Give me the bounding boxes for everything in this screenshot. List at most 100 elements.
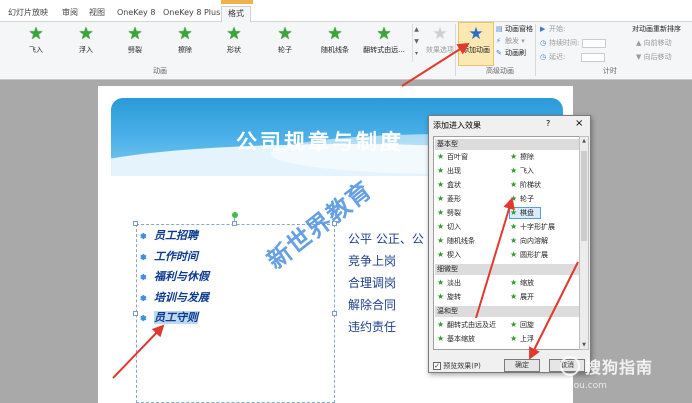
delay-control[interactable]: ◷ 延迟: bbox=[540, 52, 605, 63]
effect-item[interactable]: ★ 淡出 bbox=[437, 278, 461, 288]
green-star-icon: ★ bbox=[437, 152, 445, 161]
effect-item[interactable]: ★ 楔入 bbox=[437, 250, 461, 260]
add-entrance-effect-dialog: 添加进入效果 ? × 基本型 ★ 百叶窗 ★ 擦除 ★ 出现 ★ 飞入 ★ 盒状 ★ 阶梯状… bbox=[428, 115, 591, 373]
effect-label: 向内溶解 bbox=[520, 237, 548, 245]
duration-control[interactable]: ◷ 持续时间: bbox=[540, 38, 606, 49]
effect-list-scrollbar[interactable]: ▲ ▼ bbox=[579, 136, 589, 350]
anim-wheel[interactable]: ★ 轮子 bbox=[263, 23, 307, 63]
effect-item[interactable]: ★ 飞入 bbox=[510, 166, 534, 176]
right-text-line: 公平 公正、公 bbox=[348, 232, 424, 246]
animation-pane-icon: ▤ bbox=[496, 25, 503, 33]
rotation-handle[interactable] bbox=[232, 212, 238, 218]
resize-handle[interactable] bbox=[133, 311, 138, 316]
close-icon[interactable]: × bbox=[575, 118, 583, 129]
tab-slideshow[interactable]: 幻灯片放映 bbox=[8, 6, 48, 22]
anim-split[interactable]: ★ 劈裂 bbox=[113, 23, 157, 63]
tab-view[interactable]: 视图 bbox=[89, 6, 105, 22]
anim-wipe[interactable]: ★ 擦除 bbox=[163, 23, 207, 63]
bullet-item[interactable]: ❃ 培训与发展 bbox=[140, 288, 209, 309]
help-icon[interactable]: ? bbox=[546, 119, 550, 128]
tab-format[interactable]: 格式 bbox=[221, 6, 251, 22]
green-star-icon: ★ bbox=[437, 278, 445, 287]
green-star-icon: ★ bbox=[510, 194, 518, 203]
green-star-icon: ★ bbox=[510, 208, 518, 217]
effect-item[interactable]: ★ 百叶窗 bbox=[437, 152, 468, 162]
resize-handle[interactable] bbox=[332, 311, 337, 316]
anim-label: 随机线条 bbox=[321, 46, 349, 54]
trigger-button[interactable]: ⚡ 触发 ▾ bbox=[496, 36, 525, 47]
duration-input[interactable] bbox=[581, 38, 606, 48]
effect-item[interactable]: ★ 随机线条 bbox=[437, 236, 475, 246]
preview-effect-checkbox[interactable]: ✓ 预览效果(P) bbox=[433, 361, 481, 371]
effect-label: 菱形 bbox=[447, 195, 461, 203]
effect-item[interactable]: ★ 圆形扩展 bbox=[510, 250, 548, 260]
start-control[interactable]: ▶ 开始: bbox=[540, 24, 565, 35]
anim-label: 浮入 bbox=[79, 46, 93, 54]
effect-item[interactable]: ★ 基本缩放 bbox=[437, 334, 475, 344]
checkbox-checked-icon[interactable]: ✓ bbox=[433, 362, 441, 370]
animation-pane-button[interactable]: ▤ 动画窗格 bbox=[496, 24, 533, 35]
anim-fly-in[interactable]: ★ 飞入 bbox=[14, 23, 58, 63]
effect-item[interactable]: ★ 缩放 bbox=[510, 278, 534, 288]
effect-item[interactable]: ★ 向内溶解 bbox=[510, 236, 548, 246]
green-star-icon: ★ bbox=[437, 194, 445, 203]
effect-item[interactable]: ★ 展开 bbox=[510, 292, 534, 302]
anim-label: 擦除 bbox=[178, 46, 192, 54]
move-earlier-button[interactable]: ▲ 向前移动 bbox=[636, 38, 672, 49]
bullet-item[interactable]: ❃ 福利与休假 bbox=[140, 267, 209, 288]
bullet-item[interactable]: ❃ 工作时间 bbox=[140, 247, 209, 268]
effect-label: 飞入 bbox=[520, 167, 534, 175]
effect-item[interactable]: ★ 上浮 bbox=[510, 334, 534, 344]
anim-label: 翻转式由远... bbox=[363, 46, 405, 54]
animation-painter-button[interactable]: ✎ 动画刷 bbox=[496, 48, 526, 59]
slide-title[interactable]: 公司规章与制度 bbox=[236, 126, 404, 156]
effect-item[interactable]: ★ 切入 bbox=[437, 222, 461, 232]
green-star-icon: ★ bbox=[277, 24, 293, 44]
scroll-thumb[interactable] bbox=[581, 151, 587, 241]
effect-item[interactable]: ★ 翻转式由远及近 bbox=[437, 320, 496, 330]
anim-float-in[interactable]: ★ 浮入 bbox=[64, 23, 108, 63]
move-later-button[interactable]: ▼ 向后移动 bbox=[636, 52, 672, 63]
resize-handle[interactable] bbox=[232, 221, 237, 226]
delay-input[interactable] bbox=[580, 52, 605, 62]
anim-grow-turn[interactable]: ★ 翻转式由远... bbox=[362, 23, 406, 63]
ok-button[interactable]: 确定 bbox=[504, 359, 540, 372]
effect-label: 擦除 bbox=[520, 153, 534, 161]
bullet-marker-icon: ❃ bbox=[140, 292, 147, 303]
scroll-up-icon[interactable]: ▲ bbox=[580, 138, 588, 144]
green-star-icon: ★ bbox=[437, 180, 445, 189]
resize-handle[interactable] bbox=[133, 221, 138, 226]
effect-item-selected[interactable]: ★ 棋盘 bbox=[509, 207, 541, 219]
effect-item[interactable]: ★ 菱形 bbox=[437, 194, 461, 204]
effect-item[interactable]: ★ 回旋 bbox=[510, 320, 534, 330]
right-text-block[interactable]: 公平 公正、公 竞争上岗 合理调岗 解除合同 违约责任 bbox=[348, 228, 424, 338]
effect-item[interactable]: ★ 擦除 bbox=[510, 152, 534, 162]
sogou-logo-icon bbox=[560, 356, 580, 376]
trigger-label: 触发 ▾ bbox=[505, 37, 525, 45]
green-star-icon: ★ bbox=[376, 24, 392, 44]
effect-list: 基本型 ★ 百叶窗 ★ 擦除 ★ 出现 ★ 飞入 ★ 盒状 ★ 阶梯状 ★ 菱形 ★ 轮子 ★ 劈… bbox=[433, 136, 580, 350]
animation-pane-label: 动画窗格 bbox=[505, 25, 533, 33]
effect-item[interactable]: ★ 十字形扩展 bbox=[510, 222, 555, 232]
anim-random-bars[interactable]: ★ 随机线条 bbox=[313, 23, 357, 63]
effect-item[interactable]: ★ 轮子 bbox=[510, 194, 534, 204]
bullet-item-selected[interactable]: ❃ 员工守则 bbox=[140, 308, 209, 329]
green-star-icon: ★ bbox=[177, 24, 193, 44]
effect-item[interactable]: ★ 旋转 bbox=[437, 292, 461, 302]
tab-onekey8[interactable]: OneKey 8 bbox=[117, 6, 155, 22]
add-animation-button[interactable]: ★ 添加动画 bbox=[458, 22, 494, 66]
tab-onekey8-plus[interactable]: OneKey 8 Plus bbox=[163, 6, 220, 22]
effect-item[interactable]: ★ 劈裂 bbox=[437, 208, 461, 218]
effect-item[interactable]: ★ 盒状 bbox=[437, 180, 461, 190]
animation-painter-icon: ✎ bbox=[496, 49, 502, 57]
group-separator bbox=[535, 24, 536, 76]
group-label-advanced: 高级动画 bbox=[486, 67, 514, 75]
green-star-icon: ★ bbox=[510, 292, 518, 301]
reorder-heading: 对动画重新排序 bbox=[632, 25, 681, 33]
anim-shape[interactable]: ★ 形状 bbox=[212, 23, 256, 63]
effect-item[interactable]: ★ 阶梯状 bbox=[510, 180, 541, 190]
bullet-item[interactable]: ❃ 员工招聘 bbox=[140, 226, 209, 247]
effect-item[interactable]: ★ 出现 bbox=[437, 166, 461, 176]
scroll-down-icon[interactable]: ▼ bbox=[580, 342, 588, 348]
tab-review[interactable]: 审阅 bbox=[62, 6, 78, 22]
